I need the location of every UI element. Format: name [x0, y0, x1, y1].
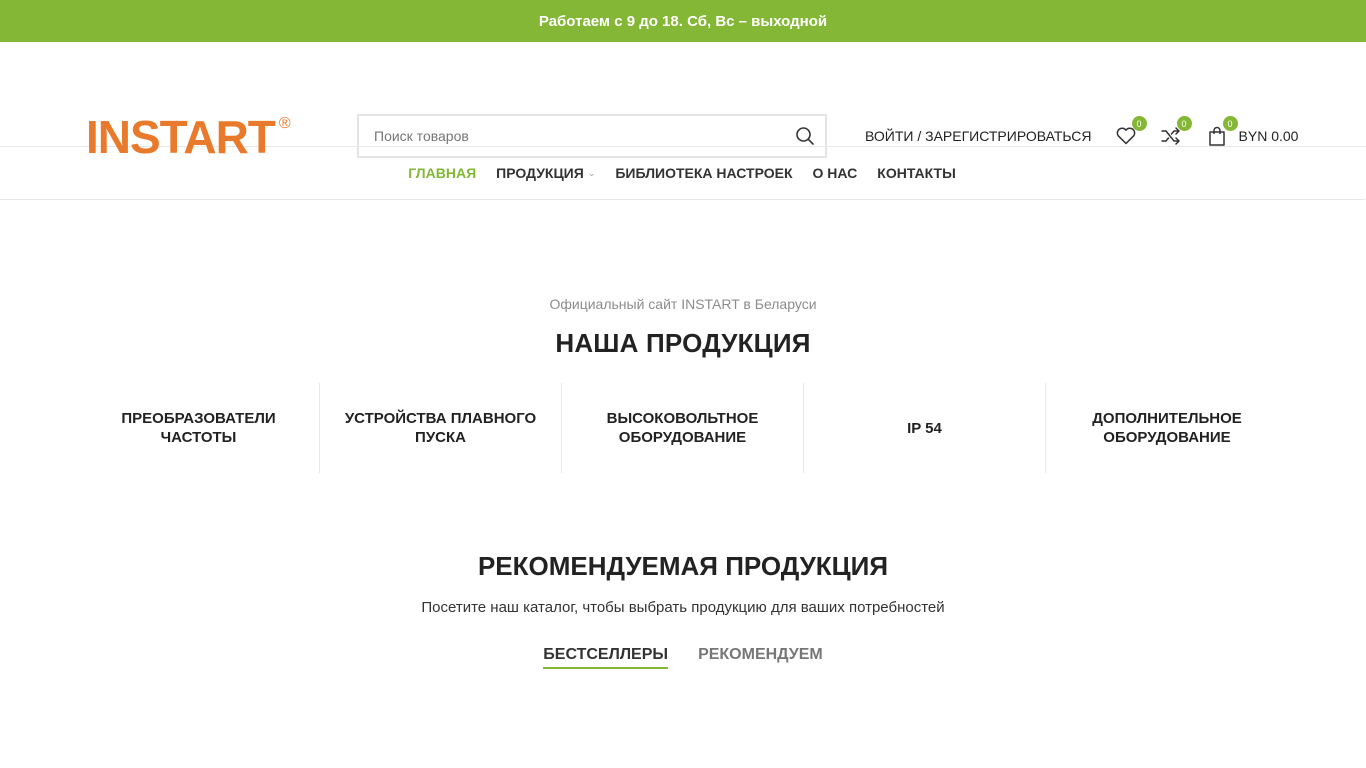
heart-icon — [1116, 127, 1135, 145]
products-subtitle: Официальный сайт INSTART в Беларуси — [549, 296, 817, 312]
nav-item-label: ПРОДУКЦИЯ — [496, 165, 584, 181]
nav-item-settings-library[interactable]: БИБЛИОТЕКА НАСТРОЕК — [615, 165, 792, 181]
shopping-bag-icon — [1208, 126, 1225, 146]
cart-count-badge: 0 — [1222, 116, 1238, 131]
announcement-bar: Работаем с 9 до 18. Сб, Вс – выходной — [0, 0, 1366, 42]
compare-count-badge: 0 — [1176, 116, 1192, 131]
wishlist-button[interactable]: 0 — [1114, 116, 1147, 148]
nav-item-label: О НАС — [812, 165, 858, 181]
category-soft-starters[interactable]: УСТРОЙСТВА ПЛАВНОГО ПУСКА — [320, 383, 562, 473]
featured-title: РЕКОМЕНДУЕМАЯ ПРОДУКЦИЯ — [477, 551, 889, 581]
products-title: НАША ПРОДУКЦИЯ — [555, 328, 811, 358]
wishlist-count-badge: 0 — [1131, 116, 1147, 131]
announcement-text: Работаем с 9 до 18. Сб, Вс – выходной — [538, 12, 828, 30]
featured-tabs: БЕСТСЕЛЛЕРЫ РЕКОМЕНДУЕМ — [0, 646, 1366, 669]
tab-bestsellers[interactable]: БЕСТСЕЛЛЕРЫ — [543, 646, 669, 669]
cart-button[interactable]: 0 — [1205, 116, 1238, 148]
chevron-down-icon: ⌄ — [587, 167, 596, 178]
category-additional-equipment[interactable]: ДОПОЛНИТЕЛЬНОЕ ОБОРУДОВАНИЕ — [1046, 383, 1288, 473]
site-header: INSTART ® ВОЙТИ / ЗАРЕГИСТРИРОВАТЬСЯ 0 0… — [0, 42, 1366, 160]
nav-item-about[interactable]: О НАС — [813, 165, 858, 181]
nav-item-label: КОНТАКТЫ — [877, 165, 956, 181]
nav-item-home[interactable]: ГЛАВНАЯ — [408, 165, 476, 181]
category-frequency-converters[interactable]: ПРЕОБРАЗОВАТЕЛИ ЧАСТОТЫ — [78, 383, 320, 473]
login-link[interactable]: ВОЙТИ / ЗАРЕГИСТРИРОВАТЬСЯ — [865, 128, 1092, 144]
featured-subtitle: Посетите наш каталог, чтобы выбрать прод… — [421, 599, 945, 616]
tab-recommended[interactable]: РЕКОМЕНДУЕМ — [698, 646, 823, 669]
nav-item-label: БИБЛИОТЕКА НАСТРОЕК — [615, 165, 793, 181]
cart-total[interactable]: BYN 0.00 — [1239, 128, 1299, 144]
shuffle-icon — [1160, 127, 1180, 145]
category-ip54[interactable]: IP 54 — [804, 383, 1046, 473]
main-navigation: ГЛАВНАЯ ПРОДУКЦИЯ ⌄ БИБЛИОТЕКА НАСТРОЕК О… — [0, 147, 1365, 200]
compare-button[interactable]: 0 — [1159, 116, 1192, 148]
registered-mark: ® — [278, 115, 291, 132]
nav-item-label: ГЛАВНАЯ — [408, 165, 477, 181]
product-categories: ПРЕОБРАЗОВАТЕЛИ ЧАСТОТЫ УСТРОЙСТВА ПЛАВН… — [0, 383, 1366, 473]
nav-item-contacts[interactable]: КОНТАКТЫ — [877, 165, 955, 181]
nav-item-products[interactable]: ПРОДУКЦИЯ ⌄ — [496, 165, 595, 181]
category-high-voltage[interactable]: ВЫСОКОВОЛЬТНОЕ ОБОРУДОВАНИЕ — [562, 383, 804, 473]
